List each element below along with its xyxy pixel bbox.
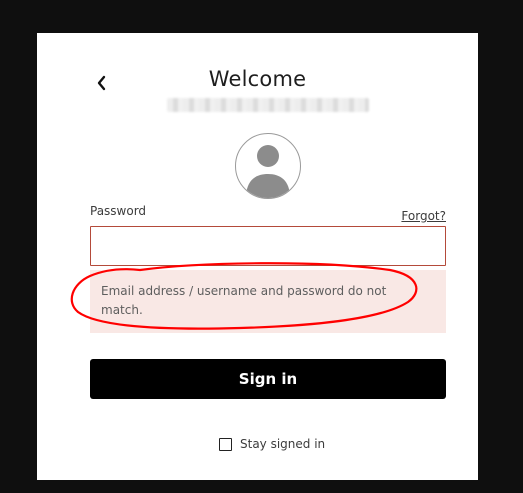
stay-signed-in-checkbox[interactable] bbox=[219, 437, 232, 451]
forgot-password-link[interactable]: Forgot? bbox=[401, 209, 446, 223]
stay-signed-in-label: Stay signed in bbox=[240, 437, 326, 451]
page-title: Welcome bbox=[208, 67, 307, 91]
sign-in-button[interactable]: Sign in bbox=[90, 359, 446, 399]
stay-signed-in-option[interactable]: Stay signed in bbox=[219, 436, 325, 452]
avatar bbox=[235, 133, 301, 199]
password-label: Password bbox=[90, 204, 147, 218]
password-field[interactable] bbox=[90, 226, 446, 266]
user-icon bbox=[246, 145, 290, 198]
error-message: Email address / username and password do… bbox=[101, 284, 387, 317]
redacted-account-identifier bbox=[167, 98, 369, 112]
error-message-box: Email address / username and password do… bbox=[90, 270, 446, 333]
login-card: Welcome Password Forgot? Email address /… bbox=[37, 33, 478, 480]
